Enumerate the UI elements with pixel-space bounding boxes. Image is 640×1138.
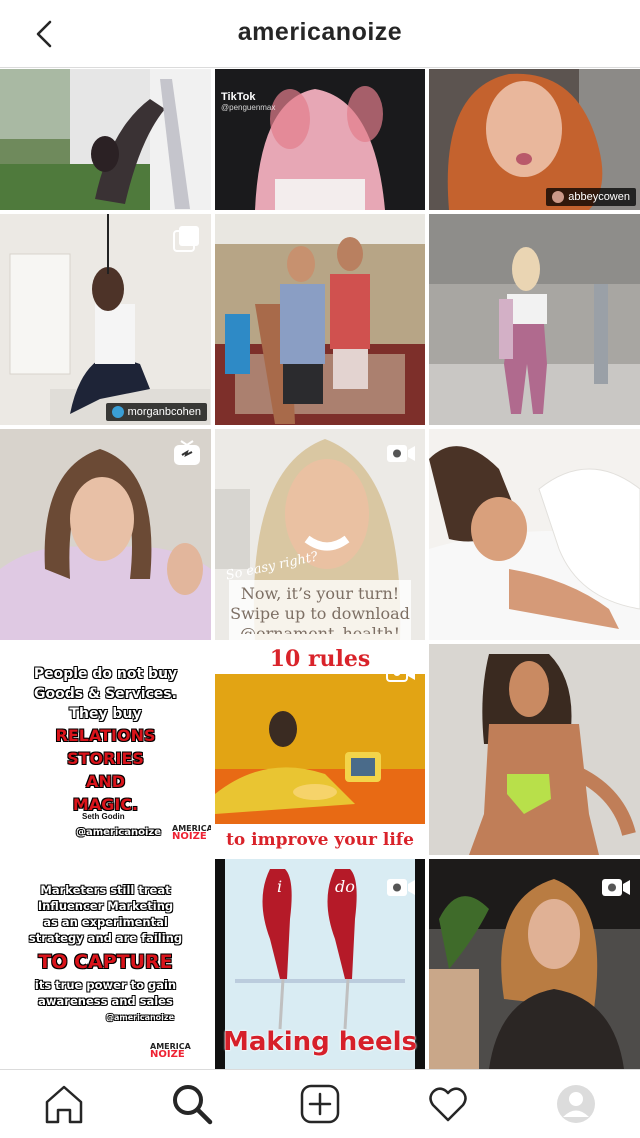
credit-name: morganbcohen	[127, 406, 201, 418]
post-tile[interactable]	[0, 429, 211, 640]
profile-avatar[interactable]	[554, 1082, 598, 1126]
credit-name: abbeycowen	[568, 191, 630, 203]
search-icon[interactable]	[170, 1082, 214, 1126]
caption-line: @ornament_health!	[239, 624, 401, 634]
credit-avatar	[111, 406, 124, 418]
carousel-icon	[173, 226, 199, 252]
header-bar: americanoize	[0, 0, 640, 68]
post-tile[interactable]: People do not buy Goods & Services. They…	[0, 644, 211, 855]
post-tile[interactable]	[0, 69, 211, 210]
caption-line: Now, it’s your turn!	[240, 584, 400, 603]
post-image	[429, 429, 640, 640]
post-image	[0, 69, 211, 210]
brand-bottom: NOIZE	[150, 1049, 185, 1060]
quote-line: STORIES	[67, 749, 144, 768]
quote-line: AND	[85, 772, 126, 791]
post-tile[interactable]: TikTok @penguenmax	[215, 69, 425, 210]
add-post-icon[interactable]	[298, 1082, 342, 1126]
quote-line: They buy	[69, 706, 142, 722]
brand-logo: AMERICA NOIZE	[150, 1043, 191, 1060]
quote-line: TO CAPTURE	[38, 951, 173, 973]
post-tile[interactable]: morganbcohen	[0, 214, 211, 425]
video-icon	[386, 663, 415, 682]
post-tile[interactable]: 10 rules to improve your life	[215, 644, 425, 855]
credit-avatar	[552, 191, 565, 203]
home-icon[interactable]	[42, 1082, 86, 1126]
video-icon	[602, 879, 630, 896]
video-icon	[387, 879, 415, 896]
quote-author: Seth Godin	[82, 812, 125, 821]
post-caption: Making heels	[223, 1027, 417, 1057]
post-tile[interactable]: i do Making heels	[215, 859, 425, 1069]
post-handle: @americanoize	[76, 827, 162, 838]
quote-line: Influencer Marketing	[37, 899, 174, 913]
heart-icon[interactable]	[426, 1082, 470, 1126]
post-tile[interactable]	[429, 859, 640, 1069]
post-image	[215, 674, 425, 824]
post-handle: @americanoize	[106, 1013, 175, 1022]
brand-logo: AMERICA NOIZE	[172, 825, 211, 842]
caption-line: Swipe up to download	[230, 604, 410, 623]
post-tile[interactable]: Marketers still treat Influencer Marketi…	[0, 859, 211, 1069]
quote-line: RELATIONS	[55, 726, 156, 745]
shoe-letter-right: do	[335, 877, 355, 896]
quote-line: as an experimental	[43, 915, 168, 929]
post-image	[215, 214, 425, 425]
video-icon	[387, 445, 415, 462]
post-image	[429, 644, 640, 855]
tiktok-label: TikTok	[221, 91, 256, 103]
post-tile[interactable]	[215, 214, 425, 425]
caption-box: Now, it’s your turn! Swipe up to downloa…	[229, 580, 411, 640]
quote-line: People do not buy	[33, 666, 178, 682]
shoe-letter-left: i	[277, 877, 283, 896]
quote-line: strategy and are failing	[28, 931, 183, 945]
post-tile[interactable]	[429, 644, 640, 855]
post-tile[interactable]: So easy right? Now, it’s your turn! Swip…	[215, 429, 425, 640]
post-tile[interactable]: abbeycowen	[429, 69, 640, 210]
quote-line: awareness and sales	[38, 994, 173, 1008]
brand-bottom: NOIZE	[172, 831, 207, 842]
photo-credit: abbeycowen	[546, 188, 636, 206]
quote-line: Marketers still treat	[40, 883, 171, 897]
post-image	[429, 214, 640, 425]
page-title: americanoize	[237, 18, 403, 46]
quote-line: its true power to gain	[34, 978, 177, 992]
bottom-nav	[0, 1069, 640, 1138]
photo-credit: morganbcohen	[105, 403, 207, 421]
quote-line: Goods & Services.	[34, 686, 177, 702]
igtv-icon	[174, 440, 200, 465]
post-tile[interactable]	[429, 429, 640, 640]
tiktok-watermark: TikTok @penguenmax	[221, 91, 275, 112]
post-tile[interactable]	[429, 214, 640, 425]
tiktok-handle: @penguenmax	[221, 103, 276, 112]
post-subheading: to improve your life	[226, 830, 414, 850]
